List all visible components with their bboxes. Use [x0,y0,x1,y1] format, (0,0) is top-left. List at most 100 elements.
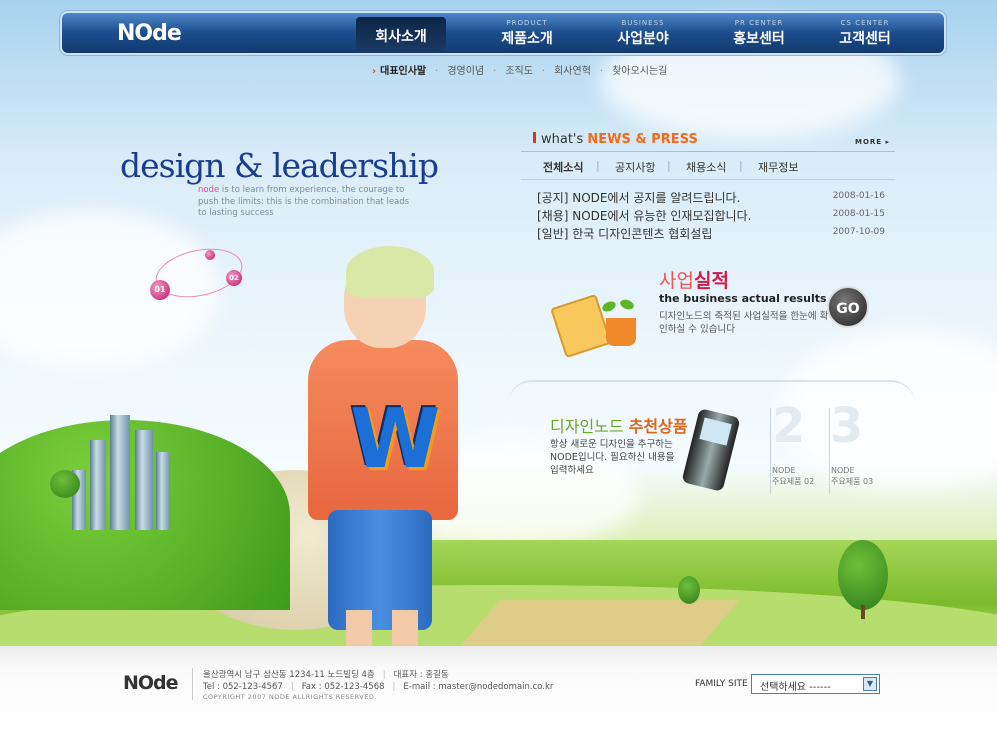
family-site-select[interactable]: 선택하세요 ------ ▼ [751,674,880,694]
product-label: 주요제품 02 [772,477,815,486]
product-name: NODE [831,466,855,475]
plant-pot-icon [606,318,636,346]
family-site-value: 선택하세요 ------ [760,682,831,693]
recommend-title: 디자인노드 추천상품 [550,413,688,437]
footer-contact-line: Tel : 052-123-4567 | Fax : 052-123-4568 | E-… [203,682,763,692]
divider [521,151,895,152]
nav-sublabel: CS CENTER [840,19,890,27]
headline-word: leadership [271,146,439,185]
separator-dot: · [541,66,546,77]
dirt-road [460,600,740,646]
tab-recruit[interactable]: 채용소식 [686,159,726,175]
tagline-brand: node [198,185,220,195]
building [110,415,130,530]
news-item[interactable]: [채용] NODE에서 유능한 인재모집합니다. 2008-01-15 [537,207,893,223]
subnav-item-organization[interactable]: 조직도 [505,66,533,77]
divider [770,408,771,494]
tab-separator: | [739,159,743,172]
go-button[interactable]: GO [827,286,869,328]
kid-leg [392,610,418,646]
nav-item-business[interactable]: BUSINESS 사업분야 [598,13,688,53]
news-item-title[interactable]: [공지] NODE에서 공지를 알려드립니다. [537,191,740,205]
green-hill [0,415,290,610]
nav-label: 회사소개 [375,29,427,45]
news-item[interactable]: [공지] NODE에서 공지를 알려드립니다. 2008-01-16 [537,189,893,205]
tree [678,576,700,604]
family-site-label: FAMILY SITE [695,679,748,689]
headline-ampersand: & [234,146,263,185]
divider [192,668,193,700]
title-bar-icon [533,132,536,143]
business-title-bold: 실적 [693,270,729,292]
news-item-date: 2007-10-09 [832,227,885,237]
product-link-03[interactable]: NODE 주요제품 03 [831,465,873,487]
separator-dot: · [493,66,497,77]
news-item-date: 2008-01-15 [832,209,885,219]
tab-notices[interactable]: 공지사항 [615,159,655,175]
news-item-date: 2008-01-16 [832,191,885,201]
divider [521,179,895,180]
building [156,452,170,530]
subnav-item-history[interactable]: 회사연혁 [554,66,591,77]
product-link-02[interactable]: NODE 주요제품 02 [772,465,814,487]
building [90,440,106,530]
tagline-text: is to learn from experience, the courage… [198,185,410,218]
nav-sublabel: PR CENTER [734,19,784,27]
kid-hat [346,246,434,298]
business-description: 디자인노드의 축적된 사업실적을 한눈에 확인하실 수 있습니다 [659,311,829,335]
nav-label: 사업분야 [617,31,669,47]
news-item-title[interactable]: [채용] NODE에서 유능한 인재모집합니다. [537,209,751,223]
separator-dot: · [599,66,604,77]
tab-all-news[interactable]: 전체소식 [543,159,583,175]
slide-dot[interactable] [205,250,215,260]
tab-separator: | [667,159,671,172]
separator: | [382,670,386,680]
subnav-item-greeting[interactable]: 대표인사말 [380,66,426,77]
chevron-down-icon[interactable]: ▼ [863,677,877,691]
tab-finance[interactable]: 재무정보 [758,159,798,175]
nav-item-pr-center[interactable]: PR CENTER 홍보센터 [714,13,804,53]
footer-email[interactable]: E-mail : master@nodedomain.co.kr [403,682,553,692]
separator-dot: · [435,66,439,77]
recommend-title-bold: 추천상품 [628,417,688,436]
news-title-highlight: NEWS & PRESS [587,132,698,147]
recommend-title-light: 디자인노드 [550,417,624,436]
news-title-prefix: what's [541,132,588,147]
product-number: 3 [830,398,864,454]
footer-copyright: COPYRIGHT 2007 NODE ALLRIGHTS RESERVED. [203,693,377,701]
nav-item-cs-center[interactable]: CS CENTER 고객센터 [820,13,910,53]
recommend-description: 항상 새로운 디자인을 추구하는 NODE입니다. 필요하신 내용을 입력하세요 [550,439,675,476]
product-name: NODE [772,466,796,475]
nav-label: 제품소개 [501,31,553,47]
nav-sublabel: BUSINESS [621,19,665,27]
subnav-item-directions[interactable]: 찾아오시는길 [612,66,667,77]
hero-tagline: node is to learn from experience, the co… [198,185,418,220]
phone-screen [699,417,732,446]
footer-address-line: 울산광역시 남구 삼산동 1234-11 노드빌딩 4층 | 대표자 : 홍길동 [203,668,763,680]
slide-bubble-02[interactable]: 02 [226,270,242,286]
slide-bubble-01[interactable]: 01 [150,280,170,300]
news-item[interactable]: [일반] 한국 디자인콘텐츠 협회설립 2007-10-09 [537,225,893,241]
news-item-title[interactable]: [일반] 한국 디자인콘텐츠 협회설립 [537,227,712,241]
arrow-right-icon: › [372,66,377,77]
tab-separator: | [596,159,600,172]
kid-leg [346,610,372,646]
hero-headline: design & leadership [120,146,439,185]
building [135,430,153,530]
footer-address: 울산광역시 남구 삼산동 1234-11 노드빌딩 4층 [203,670,375,680]
business-title: 사업실적 [659,266,729,293]
separator: | [392,682,396,692]
news-more-link[interactable]: MORE ▸ [855,138,890,146]
tree [50,470,80,498]
product-number: 2 [772,398,806,454]
main-navigation: NOde 회사소개 PRODUCT 제품소개 BUSINESS 사업분야 PR … [60,11,946,55]
sub-navigation: › 대표인사말 · 경영이념 · 조직도 · 회사연혁 · 찾아오시는길 [372,62,667,77]
footer-logo: NOde [123,672,179,694]
nav-sublabel: PRODUCT [506,19,548,27]
nav-item-company[interactable]: 회사소개 [356,17,446,51]
site-logo[interactable]: NOde [117,21,182,46]
business-title-light: 사업 [659,270,694,292]
subnav-item-philosophy[interactable]: 경영이념 [447,66,484,77]
nav-item-product[interactable]: PRODUCT 제품소개 [482,13,572,53]
footer-ceo: 대표자 : 홍길동 [393,670,449,680]
